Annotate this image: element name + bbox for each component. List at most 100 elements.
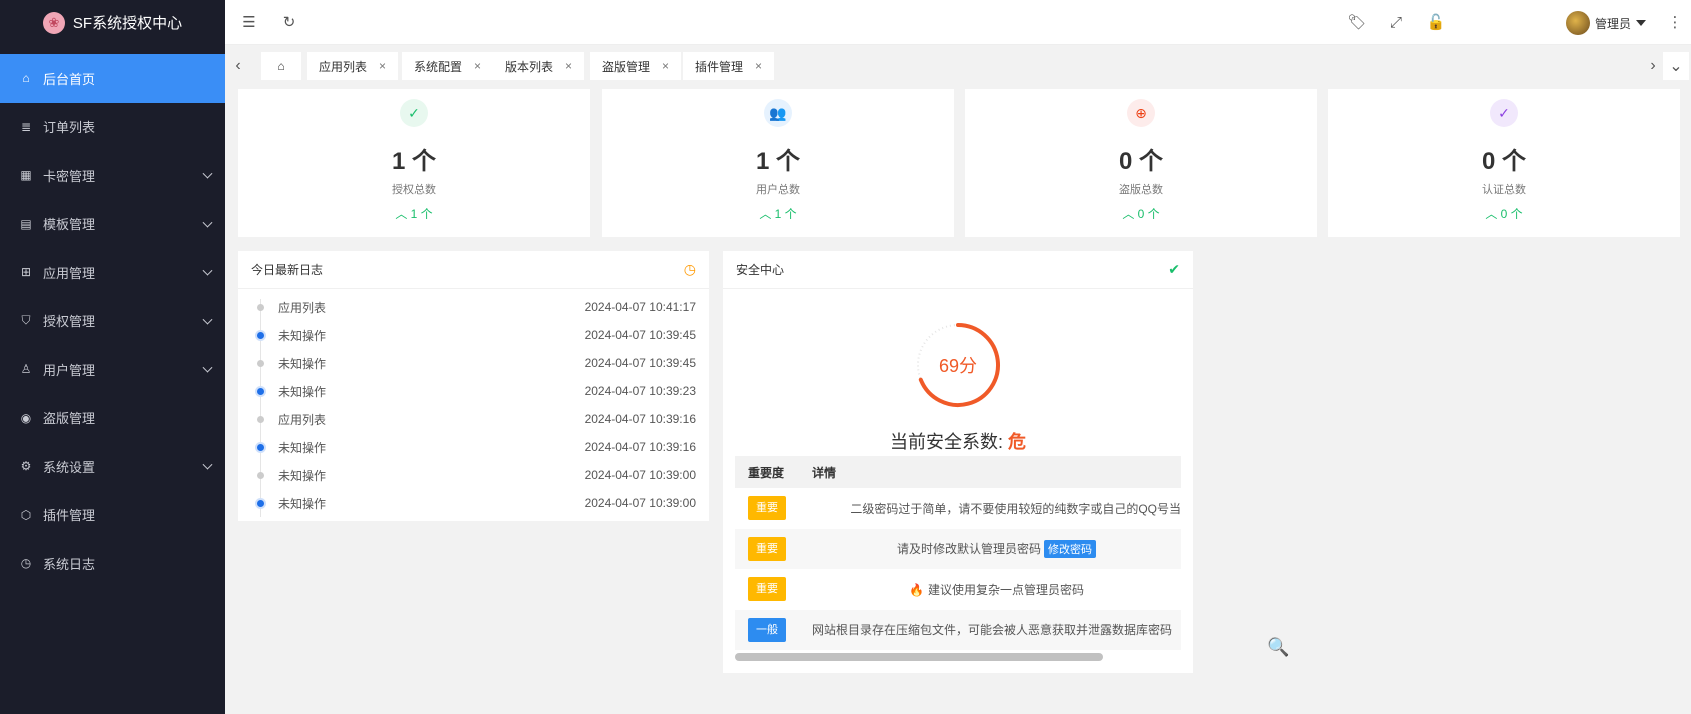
lotus-logo-icon: ❀ — [42, 11, 65, 34]
table-row: 重要 🔥 建议使用复杂一点管理员密码 — [735, 569, 1181, 610]
tab-3[interactable]: 盗版管理 × — [590, 52, 682, 80]
fire-icon: 🔥 — [909, 582, 924, 597]
log-panel-header: 今日最新日志 ◷ — [238, 251, 709, 289]
stat-delta: ︿ 1 个 — [238, 205, 590, 222]
stat-delta-value: 0 个 — [1137, 207, 1160, 221]
sidebar-item-label: 应用管理 — [43, 265, 96, 281]
log-panel: 今日最新日志 ◷ 应用列表 2024-04-07 10:41:17 未知操作 2024… — [238, 251, 709, 521]
sidebar-item-3[interactable]: ▤ 模板管理 — [0, 200, 225, 249]
chevron-down-icon[interactable] — [202, 217, 213, 228]
sidebar-item-9[interactable]: ⬡ 插件管理 — [0, 491, 225, 540]
log-entry: 未知操作 2024-04-07 10:39:23 — [238, 377, 709, 405]
log-entry: 未知操作 2024-04-07 10:39:00 — [238, 489, 709, 517]
more-vertical-icon[interactable]: ⋮ — [1665, 12, 1685, 32]
sidebar-item-2[interactable]: ▦ 卡密管理 — [0, 151, 225, 200]
arrow-up-icon: ︿ — [395, 207, 408, 221]
close-icon[interactable]: × — [565, 59, 572, 73]
tag-icon[interactable]: 🏷 — [1347, 12, 1367, 32]
chevron-down-icon[interactable] — [202, 314, 213, 325]
tab-menu-chevron-down-icon[interactable]: ⌄ — [1663, 52, 1689, 80]
log-name: 未知操作 — [278, 440, 327, 455]
tab-2[interactable]: 版本列表 × — [493, 52, 585, 80]
close-icon[interactable]: × — [662, 59, 669, 73]
menu-collapse-icon[interactable]: ☰ — [239, 12, 259, 32]
sidebar-item-1[interactable]: ≣ 订单列表 — [0, 103, 225, 152]
security-level-label: 当前安全系数: — [889, 432, 1003, 452]
log-name: 应用列表 — [278, 412, 327, 427]
shield-icon: ⛉ — [21, 313, 31, 328]
zoom-cursor-icon: 🔍 — [1267, 637, 1290, 657]
stat-value: 1 个 — [391, 148, 436, 175]
row-detail: 建议使用复杂一点管理员密码 — [927, 582, 1084, 597]
stat-card: ⊕ 0 个盗版总数 ︿ 0 个 — [965, 89, 1317, 237]
stat-delta-value: 1 个 — [410, 207, 433, 221]
home-icon: ⌂ — [22, 71, 30, 86]
close-icon[interactable]: × — [379, 59, 386, 73]
log-entry: 未知操作 2024-04-07 10:39:45 — [238, 349, 709, 377]
close-icon[interactable]: × — [474, 59, 481, 73]
sidebar-item-label: 用户管理 — [43, 362, 96, 378]
change-password-button[interactable]: 修改密码 — [1044, 539, 1096, 558]
column-header-detail: 详情 — [812, 465, 837, 480]
tab-1[interactable]: 系统配置 × — [402, 52, 494, 80]
log-time: 2024-04-07 10:39:00 — [584, 496, 696, 510]
sidebar-item-5[interactable]: ⛉ 授权管理 — [0, 297, 225, 346]
sidebar-item-label: 盗版管理 — [43, 411, 96, 427]
log-entry: 应用列表 2024-04-07 10:41:17 — [238, 293, 709, 321]
tab-scroll-left-icon[interactable]: ‹ — [228, 56, 248, 76]
stat-label: 用户总数 — [756, 184, 800, 196]
log-list: 应用列表 2024-04-07 10:41:17 未知操作 2024-04-07 10… — [238, 289, 709, 517]
security-panel: 安全中心 ✔ 69分 当前安全系数: 危 重要度 详情 重要 二级密码过于简单，请… — [723, 251, 1193, 673]
sidebar-nav: ⌂ 后台首页 ≣ 订单列表 ▦ 卡密管理 ▤ 模板管理 ⊞ 应用管理 ⛉ 授权管理 ♙ 用户管理 ◉ 盗版管理… — [0, 54, 225, 588]
sidebar-item-7[interactable]: ◉ 盗版管理 — [0, 394, 225, 443]
sidebar-item-4[interactable]: ⊞ 应用管理 — [0, 248, 225, 297]
clock-icon: ◷ — [683, 261, 696, 277]
sidebar-item-8[interactable]: ⚙ 系统设置 — [0, 442, 225, 491]
app-logo[interactable]: ❀ SF系统授权中心 — [0, 0, 225, 45]
chevron-down-icon[interactable] — [202, 168, 213, 179]
stat-value: 0 个 — [1481, 148, 1526, 175]
lock-icon[interactable]: 🔓 — [1426, 12, 1446, 32]
fullscreen-icon[interactable]: ⤢ — [1386, 12, 1406, 32]
chevron-down-icon[interactable] — [202, 459, 213, 470]
sidebar-item-10[interactable]: ◷ 系统日志 — [0, 539, 225, 588]
arrow-up-icon: ︿ — [759, 207, 772, 221]
log-name: 未知操作 — [278, 496, 327, 511]
shield-check-icon: ✓ — [400, 99, 428, 127]
stat-delta: ︿ 1 个 — [602, 205, 954, 222]
sidebar-item-label: 卡密管理 — [43, 168, 96, 184]
cube-icon: ⬡ — [20, 507, 32, 522]
horizontal-scrollbar[interactable] — [735, 653, 1103, 661]
chevron-down-icon[interactable] — [202, 362, 213, 373]
close-icon[interactable]: × — [755, 59, 762, 73]
card-icon: ▦ — [20, 168, 32, 183]
sidebar-item-6[interactable]: ♙ 用户管理 — [0, 345, 225, 394]
caret-down-icon — [1636, 20, 1646, 26]
chevron-down-icon[interactable] — [202, 265, 213, 276]
top-header: ☰ ↻ 🏷 ⤢ 🔓 管理员 ⋮ — [225, 0, 1691, 45]
tab-bar: ‹ ⌂ 应用列表 × 系统配置 × 版本列表 × 盗版管理 × 插件管理 × › ⌄ — [225, 46, 1691, 86]
stat-delta-value: 1 个 — [774, 207, 797, 221]
sidebar: ❀ SF系统授权中心 ⌂ 后台首页 ≣ 订单列表 ▦ 卡密管理 ▤ 模板管理 ⊞ 应用管理 ⛉ 授权管… — [0, 0, 225, 714]
app-title: SF系统授权中心 — [72, 15, 183, 32]
sidebar-item-label: 系统设置 — [43, 459, 96, 475]
sidebar-item-0[interactable]: ⌂ 后台首页 — [0, 54, 225, 103]
tab-home[interactable]: ⌂ — [261, 52, 301, 80]
row-detail: 请及时修改默认管理员密码 — [896, 541, 1041, 556]
importance-badge: 重要 — [748, 496, 786, 521]
table-row: 重要 请及时修改默认管理员密码 修改密码 — [735, 528, 1181, 569]
user-menu[interactable]: 管理员 — [1565, 11, 1646, 35]
user-name: 管理员 — [1594, 16, 1631, 31]
security-panel-header: 安全中心 ✔ — [723, 251, 1193, 289]
refresh-icon[interactable]: ↻ — [279, 12, 299, 32]
stat-label: 授权总数 — [392, 184, 436, 196]
sidebar-item-label: 订单列表 — [43, 120, 96, 136]
tab-0[interactable]: 应用列表 × — [307, 52, 399, 80]
tab-scroll-right-icon[interactable]: › — [1643, 56, 1663, 76]
log-panel-title: 今日最新日志 — [251, 263, 324, 277]
sidebar-item-label: 后台首页 — [43, 71, 96, 87]
timeline-dot — [257, 359, 264, 367]
check-icon: ✔ — [1168, 261, 1180, 277]
log-time: 2024-04-07 10:39:16 — [584, 412, 696, 426]
tab-4[interactable]: 插件管理 × — [683, 52, 775, 80]
